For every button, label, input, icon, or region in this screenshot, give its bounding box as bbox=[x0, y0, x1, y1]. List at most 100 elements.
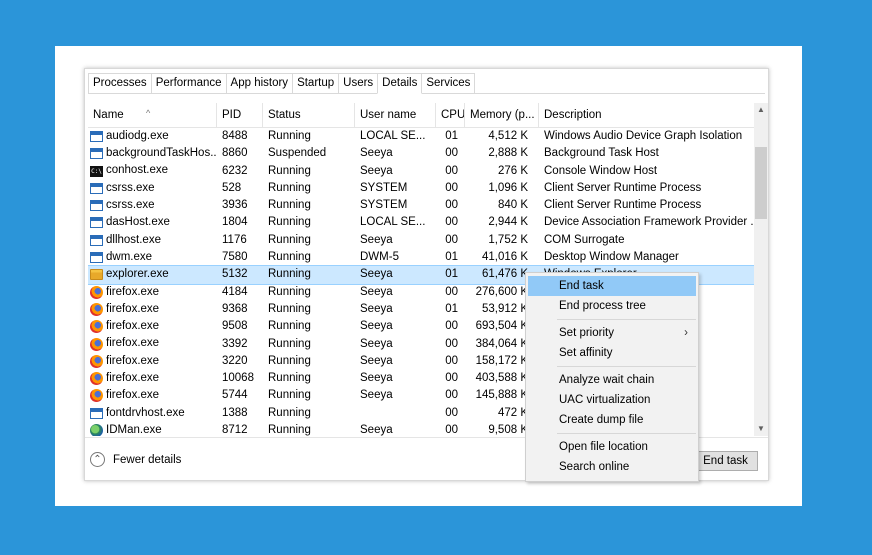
tab-processes[interactable]: Processes bbox=[88, 73, 152, 94]
table-row[interactable]: backgroundTaskHos... 8860 Suspended Seeya 00… bbox=[88, 145, 754, 162]
end-task-button[interactable]: End task bbox=[693, 451, 758, 471]
table-row[interactable]: csrss.exe 528 Running SYSTEM 00 1,096 K Client… bbox=[88, 180, 754, 197]
cell-status: Running bbox=[268, 268, 311, 281]
cell-pid: 1804 bbox=[222, 216, 248, 229]
column-header-cpu[interactable]: CPU bbox=[436, 103, 465, 127]
process-name: firefox.exe bbox=[106, 372, 160, 385]
cell-cpu: 00 bbox=[445, 406, 458, 419]
table-row[interactable]: audiodg.exe 8488 Running LOCAL SE... 01 4,512… bbox=[88, 128, 754, 145]
firefox-icon bbox=[90, 302, 103, 316]
cell-status: Running bbox=[268, 337, 311, 350]
cell-memory: 1,096 K bbox=[488, 181, 528, 194]
menu-item-create-dump-file[interactable]: Create dump file bbox=[528, 410, 696, 430]
menu-item-uac-virtualization[interactable]: UAC virtualization bbox=[528, 390, 696, 410]
menu-item-end-task[interactable]: End task bbox=[528, 276, 696, 296]
process-name: csrss.exe bbox=[106, 199, 155, 212]
cell-description: Windows Audio Device Graph Isolation bbox=[544, 130, 743, 142]
menu-item-label: Set priority bbox=[559, 327, 614, 339]
cell-status: Suspended bbox=[268, 147, 327, 160]
scroll-up-icon[interactable]: ▲ bbox=[754, 103, 768, 117]
app-icon bbox=[90, 200, 103, 212]
cell-user: Seeya bbox=[360, 302, 393, 315]
cell-description: Console Window Host bbox=[544, 164, 658, 177]
column-header-status[interactable]: Status bbox=[263, 103, 355, 127]
cell-name: explorer.exe bbox=[88, 266, 217, 283]
column-header-user[interactable]: User name bbox=[355, 103, 436, 127]
menu-item-set-affinity[interactable]: Set affinity bbox=[528, 343, 696, 363]
cell-status: Running bbox=[268, 130, 311, 142]
process-name: audiodg.exe bbox=[106, 129, 169, 142]
column-header-name[interactable]: Name ^ bbox=[88, 103, 217, 127]
menu-item-label: Open file location bbox=[559, 441, 648, 453]
cell-cpu: 00 bbox=[445, 233, 458, 246]
cell-status: Running bbox=[268, 372, 311, 385]
tab-details[interactable]: Details bbox=[377, 73, 423, 94]
scroll-thumb[interactable] bbox=[755, 147, 767, 219]
cell-cpu: 01 bbox=[445, 251, 458, 264]
column-header-description[interactable]: Description bbox=[539, 103, 754, 127]
table-row[interactable]: dllhost.exe 1176 Running Seeya 00 1,752 K COM … bbox=[88, 232, 754, 249]
cell-cpu: 00 bbox=[445, 424, 458, 436]
cell-name: firefox.exe bbox=[88, 353, 217, 370]
menu-item-open-file-location[interactable]: Open file location bbox=[528, 437, 696, 457]
menu-item-analyze-wait-chain[interactable]: Analyze wait chain bbox=[528, 370, 696, 390]
cell-description: Device Association Framework Provider ..… bbox=[544, 216, 754, 229]
table-row[interactable]: dasHost.exe 1804 Running LOCAL SE... 00 2,944… bbox=[88, 214, 754, 231]
cell-memory: 403,588 K bbox=[475, 372, 528, 385]
cell-pid: 8860 bbox=[222, 147, 248, 160]
cell-user: Seeya bbox=[360, 147, 393, 160]
table-row[interactable]: C:\ conhost.exe 6232 Running Seeya 00 276 K Con… bbox=[88, 163, 754, 180]
process-name: firefox.exe bbox=[106, 320, 160, 333]
tab-users[interactable]: Users bbox=[338, 73, 379, 94]
app-icon bbox=[90, 252, 103, 264]
cell-name: csrss.exe bbox=[88, 180, 217, 197]
menu-separator bbox=[557, 366, 696, 367]
table-row[interactable]: dwm.exe 7580 Running DWM-5 01 41,016 K Desktop… bbox=[88, 249, 754, 266]
cell-pid: 9508 bbox=[222, 320, 248, 333]
column-header-memory[interactable]: Memory (p... bbox=[465, 103, 539, 127]
vertical-scrollbar[interactable]: ▲ ▼ bbox=[754, 103, 768, 436]
cell-name: firefox.exe bbox=[88, 318, 217, 335]
cell-memory: 61,476 K bbox=[481, 268, 528, 281]
cell-status: Running bbox=[268, 424, 311, 436]
menu-item-label: Create dump file bbox=[559, 414, 644, 426]
cell-status: Running bbox=[268, 199, 311, 212]
process-name: firefox.exe bbox=[106, 337, 160, 350]
process-name: firefox.exe bbox=[106, 354, 160, 367]
column-header-pid[interactable]: PID bbox=[217, 103, 263, 127]
cell-pid: 10068 bbox=[222, 372, 254, 385]
cell-description: Client Server Runtime Process bbox=[544, 199, 702, 212]
tab-performance[interactable]: Performance bbox=[150, 73, 227, 94]
cell-name: csrss.exe bbox=[88, 197, 217, 214]
cell-pid: 5132 bbox=[222, 268, 248, 281]
scroll-down-icon[interactable]: ▼ bbox=[754, 422, 768, 436]
cell-cpu: 01 bbox=[445, 130, 458, 142]
menu-item-set-priority[interactable]: Set priority › bbox=[528, 323, 696, 343]
chevron-up-icon: ⌃ bbox=[90, 452, 105, 467]
menu-item-label: Analyze wait chain bbox=[559, 374, 655, 386]
fewer-details-link[interactable]: ⌃ Fewer details bbox=[90, 452, 181, 467]
context-menu: End task End process tree Set priority › Set… bbox=[525, 272, 699, 482]
tab-startup[interactable]: Startup bbox=[292, 73, 340, 94]
cell-cpu: 00 bbox=[445, 199, 458, 212]
table-row[interactable]: csrss.exe 3936 Running SYSTEM 00 840 K Client … bbox=[88, 197, 754, 214]
app-icon bbox=[90, 182, 103, 194]
cell-user: DWM-5 bbox=[360, 251, 399, 264]
cell-pid: 7580 bbox=[222, 251, 248, 264]
cell-user: Seeya bbox=[360, 372, 393, 385]
firefox-icon bbox=[90, 320, 103, 334]
cell-memory: 276 K bbox=[497, 164, 528, 177]
cell-name: IDMan.exe bbox=[88, 422, 217, 436]
cell-status: Running bbox=[268, 216, 311, 229]
cell-user: LOCAL SE... bbox=[360, 130, 426, 142]
cell-memory: 158,172 K bbox=[475, 354, 528, 367]
menu-item-search-online[interactable]: Search online bbox=[528, 457, 696, 477]
menu-item-end-process-tree[interactable]: End process tree bbox=[528, 296, 696, 316]
app-icon bbox=[90, 217, 103, 229]
process-name: dwm.exe bbox=[106, 250, 153, 263]
cell-name: firefox.exe bbox=[88, 301, 217, 318]
folder-icon bbox=[90, 269, 103, 281]
tab-app-history[interactable]: App history bbox=[225, 73, 294, 94]
cell-pid: 5744 bbox=[222, 389, 248, 402]
tab-services[interactable]: Services bbox=[421, 73, 476, 94]
